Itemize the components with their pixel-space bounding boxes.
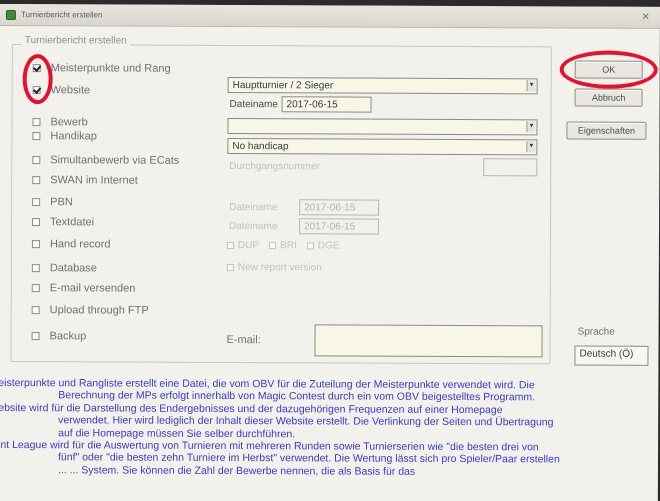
- option-label: PBN: [50, 196, 73, 209]
- chevron-down-icon[interactable]: ▼: [526, 80, 536, 92]
- option-row[interactable]: SWAN im Internet: [32, 172, 138, 188]
- bewerb-select[interactable]: ▼: [227, 117, 538, 136]
- bri-label: BRI: [280, 240, 297, 252]
- option-checkbox[interactable]: [32, 156, 41, 165]
- option-row[interactable]: Backup: [31, 328, 87, 344]
- email-field[interactable]: [314, 324, 543, 358]
- option-checkbox[interactable]: [32, 118, 41, 127]
- filename-label-txt: Dateiname: [229, 221, 278, 233]
- new-report-row[interactable]: New report version: [226, 262, 332, 274]
- annotation-circle-checkboxes: [22, 54, 53, 105]
- option-label: Bewerb: [50, 116, 88, 129]
- bri-box[interactable]: [269, 242, 277, 250]
- option-row[interactable]: Hand record: [31, 236, 111, 252]
- option-checkbox[interactable]: [31, 284, 40, 293]
- option-label: Hand record: [49, 238, 111, 251]
- option-label: Handikap: [50, 130, 97, 143]
- option-row[interactable]: Handikap: [32, 128, 97, 144]
- language-label: Sprache: [577, 326, 615, 338]
- dge-checkbox[interactable]: DGE: [306, 240, 340, 252]
- option-checkbox[interactable]: [31, 306, 40, 315]
- option-checkbox[interactable]: [31, 332, 40, 341]
- dup-label: DUP: [237, 240, 260, 252]
- option-row[interactable]: Textdatei: [32, 214, 94, 230]
- handicap-select-value: No handicap: [232, 141, 289, 153]
- dge-label: DGE: [317, 240, 340, 252]
- durchgang-label: Durchgangsnummer: [229, 161, 320, 173]
- hand-record-formats: DUP BRI DGE: [226, 240, 350, 252]
- properties-button[interactable]: Eigenschaften: [566, 121, 647, 140]
- language-select[interactable]: Deutsch (Ö): [574, 345, 649, 366]
- dup-box[interactable]: [226, 241, 234, 250]
- group-title: Turnierbericht erstellen: [21, 35, 130, 47]
- handicap-select[interactable]: No handicap ▼: [227, 137, 538, 156]
- description-text: eisterpunkte und Rangliste erstellt eine…: [0, 377, 658, 479]
- filename-field-txt[interactable]: 2017-06-15: [298, 218, 380, 235]
- option-row[interactable]: Database: [31, 260, 97, 276]
- option-label: E-mail versenden: [49, 282, 136, 295]
- option-label: Database: [49, 262, 97, 275]
- option-label: Upload through FTP: [49, 304, 149, 317]
- new-report-box[interactable]: [226, 263, 234, 272]
- title-bar: Turnierbericht erstellen ✕: [0, 4, 660, 29]
- cancel-button[interactable]: Abbruch: [574, 88, 643, 107]
- option-row[interactable]: Upload through FTP: [31, 302, 149, 319]
- option-checkbox[interactable]: [32, 198, 41, 207]
- option-checkbox[interactable]: [31, 240, 40, 249]
- filename-field-website[interactable]: 2017-06-15: [281, 96, 372, 113]
- app-icon: [5, 9, 16, 20]
- rank-select[interactable]: Hauptturnier / 2 Sieger ▼: [227, 76, 538, 95]
- option-label: Textdatei: [50, 216, 95, 229]
- option-checkbox[interactable]: [32, 176, 41, 185]
- annotation-circle-ok: [559, 50, 658, 89]
- option-row[interactable]: Meisterpunkte und Rang: [32, 60, 171, 77]
- new-report-label: New report version: [237, 262, 322, 274]
- chevron-down-icon[interactable]: ▼: [526, 141, 536, 153]
- close-icon[interactable]: ✕: [642, 12, 650, 23]
- option-row[interactable]: PBN: [32, 194, 73, 210]
- option-label: Simultanbewerb via ECats: [50, 154, 180, 167]
- rank-select-value: Hauptturnier / 2 Sieger: [232, 80, 334, 92]
- filename-label-website: Dateiname: [229, 99, 278, 111]
- email-label: E-mail:: [226, 333, 261, 347]
- option-row[interactable]: E-mail versenden: [31, 280, 136, 296]
- option-label: Website: [50, 84, 91, 97]
- filename-label-pbn: Dateiname: [229, 202, 278, 214]
- report-dialog: Turnierbericht erstellen ✕ Turnierberich…: [0, 4, 660, 501]
- option-row[interactable]: Simultanbewerb via ECats: [32, 152, 179, 169]
- option-checkbox[interactable]: [31, 264, 40, 273]
- option-checkbox[interactable]: [32, 218, 41, 227]
- option-label: Meisterpunkte und Rang: [50, 62, 171, 75]
- bri-checkbox[interactable]: BRI: [269, 240, 297, 251]
- durchgang-field[interactable]: [483, 158, 538, 177]
- window-title: Turnierbericht erstellen: [20, 10, 103, 20]
- chevron-down-icon[interactable]: ▼: [526, 121, 536, 133]
- new-report-checkbox[interactable]: New report version: [226, 262, 322, 274]
- dge-box[interactable]: [306, 242, 314, 250]
- option-label: SWAN im Internet: [50, 174, 138, 187]
- option-label: Backup: [49, 330, 87, 343]
- dup-checkbox[interactable]: DUP: [226, 240, 260, 252]
- option-checkbox[interactable]: [32, 132, 41, 141]
- filename-field-pbn[interactable]: 2017-06-15: [299, 199, 380, 216]
